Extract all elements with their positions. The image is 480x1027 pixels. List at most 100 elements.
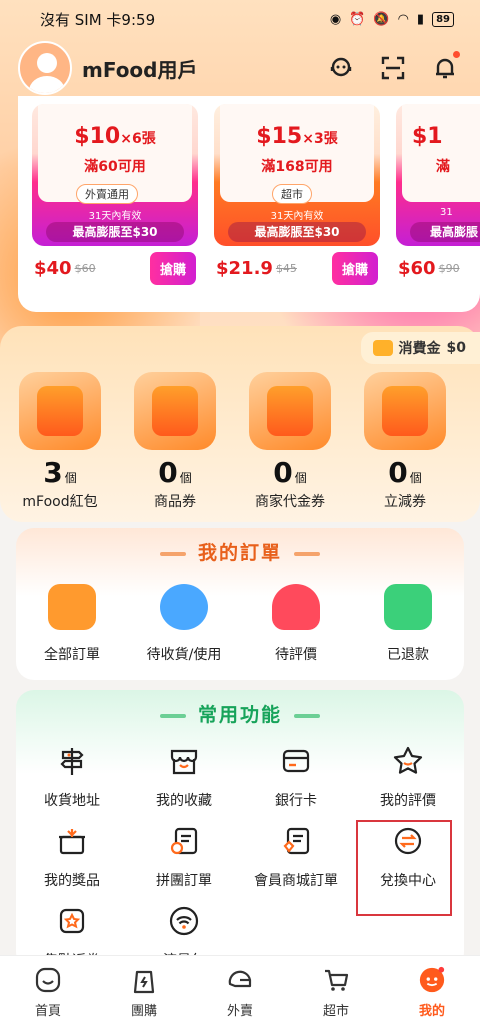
wallet-item-merchant-voucher[interactable]: 0個 商家代金券 — [240, 372, 340, 511]
buy-button[interactable]: 搶購 — [331, 251, 378, 285]
tab-label: 外賣 — [226, 1004, 253, 1019]
coupon-original-price: $45 — [275, 261, 297, 275]
wallet-item-instant-discount[interactable]: 0個 立減券 — [355, 372, 455, 511]
buy-button[interactable]: 搶購 — [149, 251, 196, 285]
coupon-max: 最高膨脹至$30 — [46, 222, 184, 242]
status-bar: 沒有 SIM 卡9:59 ◉ ⏰ 🔕 ◠ ▮ 89 — [0, 0, 480, 38]
coupon-condition: 滿 — [436, 159, 450, 175]
tab-label: 超市 — [322, 1004, 349, 1019]
func-label: 我的獎品 — [44, 873, 100, 889]
coupon-carousel[interactable]: $10×6張 滿60可用 外賣通用 31天內有效 最高膨脹至$30 $40 $6… — [18, 96, 480, 312]
spend-credit[interactable]: 消費金 $0 — [360, 332, 480, 364]
func-label: 我的評價 — [380, 793, 436, 809]
coupon-price: $60 — [398, 257, 436, 279]
wallet-label: 商品券 — [154, 494, 196, 510]
spend-label: 消費金 — [398, 341, 441, 357]
wifi-icon — [167, 904, 201, 938]
tab-me[interactable]: 我的 — [384, 956, 480, 1027]
home-icon — [34, 966, 62, 994]
tab-supermarket[interactable]: 超市 — [288, 956, 384, 1027]
func-label: 收貨地址 — [44, 793, 100, 809]
coupon-price: $21.9 — [216, 257, 273, 279]
battery-icon: 89 — [432, 11, 454, 27]
coupon-price: $40 — [34, 257, 72, 279]
func-label: 銀行卡 — [275, 793, 317, 809]
order-label: 已退款 — [387, 647, 429, 663]
coupon-max: 最高膨脹至$30 — [228, 222, 366, 242]
red-packet-icon — [19, 372, 101, 450]
alert-icon: ▮ — [416, 11, 425, 27]
notification-dot — [453, 51, 460, 58]
order-label: 待收貨/使用 — [146, 647, 222, 663]
funcs-title: 常用功能 — [197, 704, 282, 726]
tab-label: 首頁 — [34, 1004, 61, 1019]
tab-home[interactable]: 首頁 — [0, 956, 96, 1027]
wallet-unit: 個 — [294, 471, 307, 485]
signpost-icon — [55, 744, 89, 778]
func-label: 拼團訂單 — [156, 873, 212, 889]
lightning-voucher-icon — [364, 372, 446, 450]
coupon-card[interactable]: $10×6張 滿60可用 外賣通用 31天內有效 最高膨脹至$30 $40 $6… — [32, 104, 198, 290]
func-prizes[interactable]: 我的獎品 — [16, 824, 128, 890]
alarm-icon: ⏰ — [349, 11, 366, 27]
customer-service-icon[interactable] — [324, 51, 358, 85]
coupon-card[interactable]: $1 滿 31 最高膨脹 $60 $90 — [396, 104, 480, 290]
refund-icon — [384, 584, 432, 630]
coupon-validity: 31天內有效 — [88, 211, 142, 222]
wallet-item-product-voucher[interactable]: 0個 商品券 — [125, 372, 225, 511]
func-address[interactable]: 收貨地址 — [16, 744, 128, 810]
orders-title: 我的訂單 — [197, 542, 282, 564]
coupon-original-price: $90 — [438, 261, 460, 275]
avatar[interactable] — [18, 41, 72, 95]
func-my-reviews[interactable]: 我的評價 — [352, 744, 464, 810]
exchange-center-highlight — [356, 820, 452, 916]
all-orders-icon — [48, 584, 96, 630]
clock-icon — [160, 584, 208, 630]
order-refunded[interactable]: 已退款 — [352, 584, 464, 664]
func-member-orders[interactable]: 會員商城訂單 — [240, 824, 352, 890]
wallet-item-red-packet[interactable]: 3個 mFood紅包 — [10, 372, 110, 511]
coupon-max: 最高膨脹 — [410, 222, 480, 242]
wallet-section: 消費金 $0 3個 mFood紅包 0個 商品券 0個 商家代金券 0個 立減券 — [0, 326, 480, 522]
coupon-card[interactable]: $15×3張 滿168可用 超市 31天內有效 最高膨脹至$30 $21.9 $… — [214, 104, 380, 290]
order-pending[interactable]: 待收貨/使用 — [128, 584, 240, 664]
star-icon — [391, 744, 425, 778]
store-icon — [249, 372, 331, 450]
points-icon — [55, 904, 89, 938]
status-text: 沒有 SIM 卡9:59 — [40, 10, 156, 29]
wallet-count: 0 — [388, 456, 408, 489]
shop-icon — [167, 744, 201, 778]
notification-bell-icon[interactable] — [428, 51, 462, 85]
order-label: 全部訂單 — [44, 647, 100, 663]
wifi-status-icon: ◠ — [397, 11, 409, 27]
gift-icon — [55, 824, 89, 858]
bottom-tab-bar: 首頁 團購 外賣 超市 我的 — [0, 955, 480, 1027]
coupon-tag: 超市 — [272, 184, 312, 204]
review-star-icon — [272, 584, 320, 630]
my-orders-card: 我的訂單 全部訂單 待收貨/使用 待評價 已退款 — [16, 528, 464, 680]
wallet-count: 0 — [158, 456, 178, 489]
scan-icon[interactable] — [376, 51, 410, 85]
func-favorites[interactable]: 我的收藏 — [128, 744, 240, 810]
takeout-helmet-icon — [226, 966, 254, 994]
wallet-icon — [372, 340, 393, 356]
tab-label: 團購 — [130, 1004, 157, 1019]
func-group-orders[interactable]: 拼團訂單 — [128, 824, 240, 890]
wallet-count: 0 — [273, 456, 293, 489]
order-all[interactable]: 全部訂單 — [16, 584, 128, 664]
order-label: 待評價 — [275, 647, 317, 663]
coupon-tag: 外賣通用 — [76, 184, 138, 204]
username[interactable]: mFood用戶 — [82, 54, 306, 83]
wallet-label: mFood紅包 — [22, 494, 98, 510]
cart-icon — [322, 966, 350, 994]
wallet-unit: 個 — [64, 471, 77, 485]
mute-icon: 🔕 — [373, 11, 390, 27]
me-icon — [418, 966, 446, 994]
coupon-count: ×3張 — [302, 131, 338, 147]
wallet-label: 商家代金券 — [255, 494, 325, 510]
func-bank-card[interactable]: 銀行卡 — [240, 744, 352, 810]
func-label: 會員商城訂單 — [254, 873, 338, 889]
order-to-review[interactable]: 待評價 — [240, 584, 352, 664]
tab-group-buy[interactable]: 團購 — [96, 956, 192, 1027]
tab-takeout[interactable]: 外賣 — [192, 956, 288, 1027]
